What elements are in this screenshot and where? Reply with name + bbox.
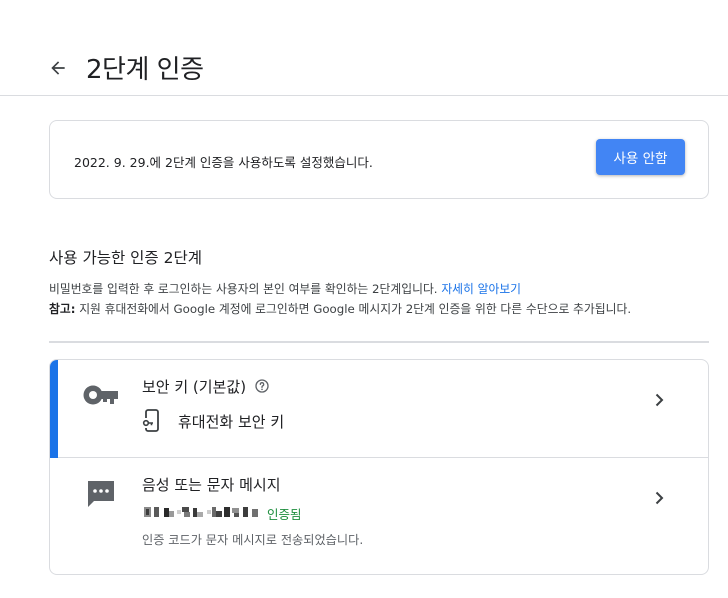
help-circle-icon[interactable] [254,378,270,394]
method-voice-sms[interactable]: 음성 또는 문자 메시지 인증됨 인증 코드가 문자 메시지로 전송되었습니다. [50,458,708,574]
method-description: 인증 코드가 문자 메시지로 전송되었습니다. [142,533,364,547]
phone-key-icon [142,409,159,432]
divider [49,341,709,343]
section-description: 비밀번호를 입력한 후 로그인하는 사용자의 본인 여부를 확인하는 2단계입니… [49,279,631,319]
section-title: 사용 가능한 인증 2단계 [49,249,202,267]
selected-accent-bar [50,360,58,458]
sms-icon [88,481,114,507]
sub-label: 휴대전화 보안 키 [178,412,285,431]
status-card: 2022. 9. 29.에 2단계 인증을 사용하도록 설정했습니다. 사용 안… [49,120,709,199]
learn-more-link[interactable]: 자세히 알아보기 [441,282,521,296]
chevron-right-icon [655,393,664,407]
verified-label: 인증됨 [267,507,302,522]
key-icon [83,385,118,405]
status-text: 2022. 9. 29.에 2단계 인증을 사용하도록 설정했습니다. [74,155,373,170]
note-label: 참고: [49,302,76,316]
arrow-back-icon [51,61,65,75]
chevron-right-icon [655,491,664,505]
page-header: 2단계 인증 [0,0,728,96]
method-title: 음성 또는 문자 메시지 [142,476,281,494]
method-title: 보안 키 (기본값) [142,376,270,397]
note-text: 지원 휴대전화에서 Google 계정에 로그인하면 Google 메시지가 2… [79,302,632,316]
masked-phone-number [144,507,258,517]
back-button[interactable] [44,54,72,82]
description-text: 비밀번호를 입력한 후 로그인하는 사용자의 본인 여부를 확인하는 2단계입니… [49,282,438,296]
disable-button[interactable]: 사용 안함 [596,139,685,175]
page-title: 2단계 인증 [86,55,204,85]
method-security-key[interactable]: 보안 키 (기본값) 휴대전화 보안 키 [50,360,708,458]
phone-security-key: 휴대전화 보안 키 [142,409,284,433]
methods-card: 보안 키 (기본값) 휴대전화 보안 키 음성 또는 문자 메시지 인증됨 인증… [49,359,709,575]
